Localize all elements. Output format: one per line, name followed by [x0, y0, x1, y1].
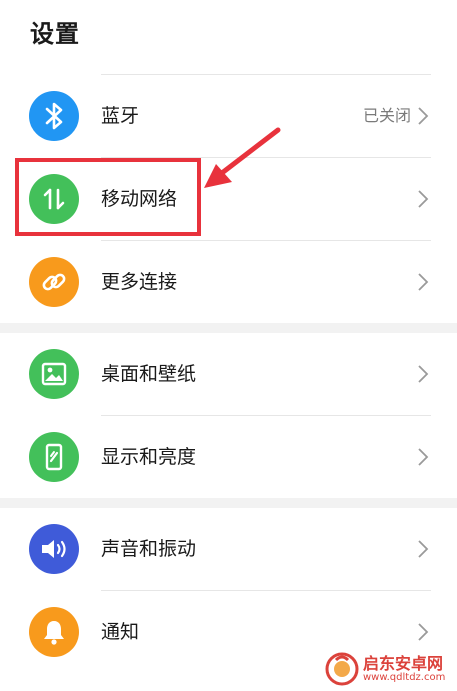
chevron-right-icon: [418, 623, 429, 641]
chevron-right-icon: [418, 107, 429, 125]
watermark-url: www.qdltdz.com: [363, 672, 446, 684]
chevron-right-icon: [418, 190, 429, 208]
settings-item-wallpaper[interactable]: 桌面和壁纸: [0, 333, 457, 415]
chevron-right-icon: [418, 273, 429, 291]
page-title: 设置: [30, 20, 80, 48]
bluetooth-icon: [29, 91, 79, 141]
display-brightness-icon: [29, 432, 79, 482]
settings-item-more-connections[interactable]: 更多连接: [0, 241, 457, 323]
settings-item-display-brightness[interactable]: 显示和亮度: [0, 416, 457, 498]
settings-item-label: 通知: [101, 621, 140, 643]
watermark-title: 启东安卓网: [363, 653, 444, 673]
highlight-box: [15, 158, 201, 236]
settings-item-label: 桌面和壁纸: [101, 363, 197, 385]
chevron-right-icon: [418, 448, 429, 466]
speaker-icon: [29, 524, 79, 574]
link-icon: [29, 257, 79, 307]
wallpaper-icon: [29, 349, 79, 399]
settings-item-label: 显示和亮度: [101, 446, 197, 468]
watermark-logo-icon: [325, 652, 359, 686]
bell-icon: [29, 607, 79, 657]
chevron-right-icon: [418, 540, 429, 558]
settings-item-sound-vibration[interactable]: 声音和振动: [0, 508, 457, 590]
section-gap: [0, 498, 457, 508]
section-gap: [0, 323, 457, 333]
arrow-annotation-icon: [204, 127, 281, 188]
settings-item-label: 更多连接: [101, 271, 178, 293]
settings-item-label: 声音和振动: [101, 538, 197, 560]
settings-item-status: 已关闭: [362, 106, 411, 125]
watermark: 启东安卓网 www.qdltdz.com: [325, 649, 453, 689]
chevron-right-icon: [418, 365, 429, 383]
settings-item-label: 蓝牙: [101, 105, 140, 127]
